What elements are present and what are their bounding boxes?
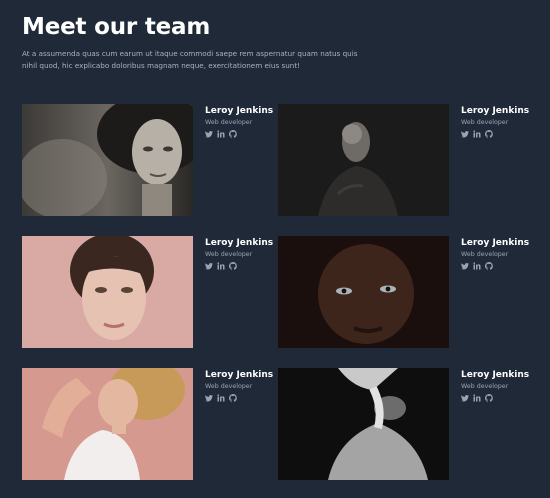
team-member-card: Leroy Jenkins Web developer (22, 104, 277, 216)
member-role: Web developer (461, 383, 509, 390)
member-name: Leroy Jenkins (461, 106, 530, 116)
member-info: Leroy Jenkins Web developer (205, 106, 273, 138)
member-name: Leroy Jenkins (205, 370, 274, 380)
twitter-icon[interactable] (205, 394, 213, 402)
team-member-card: Leroy Jenkins Web developer (22, 368, 277, 480)
member-info: Leroy Jenkins Web developer (205, 238, 273, 270)
team-description: At a assumenda quas cum earum ut itaque … (22, 49, 358, 70)
member-role: Web developer (205, 119, 253, 126)
github-icon[interactable] (229, 130, 237, 138)
member-name: Leroy Jenkins (461, 238, 530, 248)
member-photo (22, 368, 193, 480)
twitter-icon[interactable] (205, 262, 213, 270)
member-info: Leroy Jenkins Web developer (461, 106, 529, 138)
member-info: Leroy Jenkins Web developer (461, 370, 529, 402)
linkedin-icon[interactable] (473, 394, 481, 402)
twitter-icon[interactable] (461, 262, 469, 270)
linkedin-icon[interactable] (473, 262, 481, 270)
linkedin-icon[interactable] (217, 262, 225, 270)
twitter-icon[interactable] (205, 130, 213, 138)
member-name: Leroy Jenkins (461, 370, 530, 380)
twitter-icon[interactable] (461, 394, 469, 402)
github-icon[interactable] (229, 394, 237, 402)
github-icon[interactable] (229, 262, 237, 270)
team-member-card: Leroy Jenkins Web developer (278, 368, 533, 480)
member-name: Leroy Jenkins (205, 238, 274, 248)
linkedin-icon[interactable] (217, 394, 225, 402)
github-icon[interactable] (485, 394, 493, 402)
member-role: Web developer (461, 251, 509, 258)
page-title: Meet our team (22, 14, 211, 40)
github-icon[interactable] (485, 262, 493, 270)
team-member-card: Leroy Jenkins Web developer (278, 104, 533, 216)
social-links (205, 130, 273, 138)
member-role: Web developer (205, 383, 253, 390)
member-role: Web developer (205, 251, 253, 258)
member-photo (278, 368, 449, 480)
member-photo (22, 236, 193, 348)
linkedin-icon[interactable] (217, 130, 225, 138)
github-icon[interactable] (485, 130, 493, 138)
social-links (461, 394, 529, 402)
member-info: Leroy Jenkins Web developer (205, 370, 273, 402)
member-name: Leroy Jenkins (205, 106, 274, 116)
twitter-icon[interactable] (461, 130, 469, 138)
member-role: Web developer (461, 119, 509, 126)
linkedin-icon[interactable] (473, 130, 481, 138)
member-info: Leroy Jenkins Web developer (461, 238, 529, 270)
team-section: Meet our team At a assumenda quas cum ea… (0, 0, 550, 498)
member-photo (278, 236, 449, 348)
social-links (205, 262, 273, 270)
social-links (461, 262, 529, 270)
social-links (205, 394, 273, 402)
social-links (461, 130, 529, 138)
team-member-card: Leroy Jenkins Web developer (278, 236, 533, 348)
member-photo (22, 104, 193, 216)
member-photo (278, 104, 449, 216)
team-member-card: Leroy Jenkins Web developer (22, 236, 277, 348)
